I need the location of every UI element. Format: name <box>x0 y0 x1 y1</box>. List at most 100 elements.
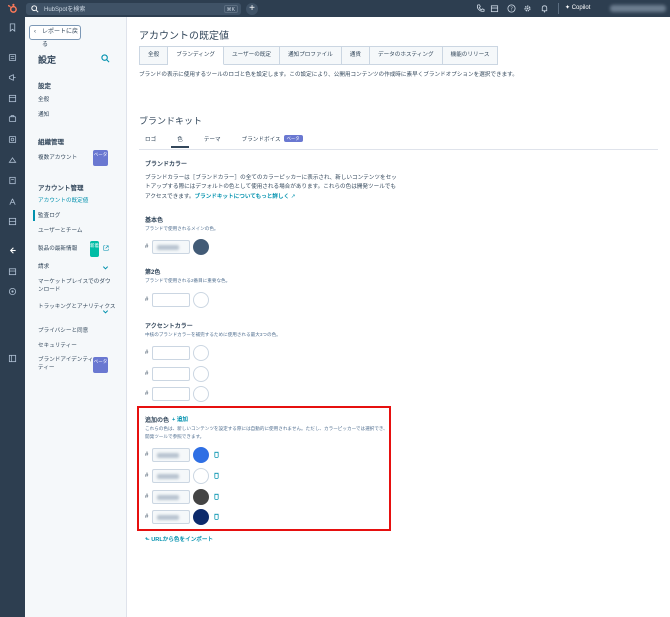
settings-gear-icon[interactable] <box>523 4 532 13</box>
learn-more-link[interactable]: ブランドキットについてもっと詳しく <box>195 194 290 200</box>
marketing-icon[interactable] <box>8 73 17 82</box>
additional-hex-input-2[interactable] <box>152 469 190 483</box>
accent-color-heading: アクセントカラー <box>145 324 193 330</box>
additional-color-swatch-4[interactable] <box>193 509 209 525</box>
sidebar-item-notifications[interactable]: 通知 <box>38 111 116 119</box>
contacts-icon[interactable] <box>8 53 17 62</box>
additional-hex-input-1[interactable] <box>152 448 190 462</box>
settings-title: 設定 <box>38 55 57 65</box>
sidebar-item-users-teams[interactable]: ユーザーとチーム <box>38 227 116 235</box>
content-icon[interactable] <box>8 94 17 103</box>
accent-hex-input-3[interactable] <box>152 387 190 401</box>
delete-color-icon[interactable] <box>214 451 219 458</box>
additional-color-swatch-2[interactable] <box>193 468 209 484</box>
global-search-input[interactable]: HubSpotを検索 ⌘K <box>26 3 241 15</box>
bookmarks-icon[interactable] <box>8 23 17 32</box>
accent-hex-input-2[interactable] <box>152 367 190 381</box>
chevron-down-icon[interactable] <box>102 264 109 271</box>
settings-search-icon[interactable] <box>101 54 110 63</box>
sidebar-item-audit-log[interactable]: 監査ログ <box>38 212 116 220</box>
sidebar-item-general[interactable]: 全般 <box>38 96 116 104</box>
sidebar-item-privacy[interactable]: プライバシーと同意 <box>38 327 116 335</box>
subtab-theme[interactable]: テーマ <box>204 135 221 148</box>
reporting-icon[interactable] <box>8 197 17 206</box>
sidebar-item-security[interactable]: セキュリティー <box>38 342 116 350</box>
tab-branding[interactable]: ブランディング <box>168 46 224 65</box>
arrow-left-icon[interactable] <box>8 246 17 255</box>
sales-icon[interactable] <box>8 114 17 123</box>
hex-value <box>157 515 179 520</box>
marketplace-icon[interactable] <box>490 4 499 13</box>
primary-hex-input[interactable] <box>152 240 190 254</box>
commerce-icon[interactable] <box>8 156 17 165</box>
additional-hex-input-3[interactable] <box>152 490 190 504</box>
tab-feature-releases[interactable]: 機能のリリース <box>442 46 499 65</box>
automation-icon[interactable] <box>8 176 17 185</box>
secondary-color-swatch[interactable] <box>193 292 209 308</box>
brand-kit-title: ブランドキット <box>139 116 203 126</box>
hex-value <box>157 245 179 250</box>
primary-color-swatch[interactable] <box>193 239 209 255</box>
additional-hex-input-4[interactable] <box>152 510 190 524</box>
delete-color-icon[interactable] <box>214 493 219 500</box>
sidebar-item-marketplace[interactable]: マーケットプレイスでのダウンロード <box>38 278 116 294</box>
beta-badge: ベータ <box>283 135 303 142</box>
hash-label: # <box>145 297 149 303</box>
integrations-icon[interactable] <box>8 287 17 296</box>
create-new-button[interactable]: + <box>246 3 258 15</box>
subtab-colors[interactable]: 色 <box>171 135 189 148</box>
service-icon[interactable] <box>8 135 17 144</box>
subtab-logo[interactable]: ロゴ <box>145 135 156 148</box>
account-menu[interactable] <box>610 5 666 12</box>
tab-general[interactable]: 全般 <box>139 46 169 65</box>
page-title: アカウントの既定値 <box>139 31 229 42</box>
accent-hex-input-1[interactable] <box>152 346 190 360</box>
beta-badge: ベータ <box>93 150 108 166</box>
sidebar-item-brand-identity[interactable]: ブランドアイデンティティー <box>38 356 96 372</box>
global-nav-rail <box>0 17 25 617</box>
import-colors-from-url-link[interactable]: ⬑ URLから色をインポート <box>145 535 213 543</box>
tab-user-defaults[interactable]: ユーザーの既定 <box>223 46 281 65</box>
external-link-icon: ↗ <box>289 193 296 200</box>
hash-label: # <box>145 244 149 250</box>
delete-color-icon[interactable] <box>214 513 219 520</box>
primary-color-heading: 基本色 <box>145 218 164 224</box>
notifications-bell-icon[interactable] <box>540 4 549 13</box>
phone-icon[interactable] <box>476 4 485 13</box>
library-icon[interactable] <box>8 267 17 276</box>
hash-label: # <box>145 452 149 458</box>
tab-notification-profiles[interactable]: 通知プロファイル <box>280 46 342 65</box>
back-to-reports-button[interactable]: ‹ レポートに戻る <box>29 25 81 48</box>
accent-color-swatch-2[interactable] <box>193 366 209 382</box>
delete-color-icon[interactable] <box>214 472 219 479</box>
data-icon[interactable] <box>8 217 17 226</box>
subtab-brand-voice[interactable]: ブランドボイス ベータ <box>242 135 303 148</box>
tab-currency[interactable]: 通貨 <box>341 46 370 65</box>
accent-color-swatch-3[interactable] <box>193 386 209 402</box>
collapse-sidebar-icon[interactable] <box>8 354 17 363</box>
chevron-down-icon[interactable] <box>102 308 109 315</box>
settings-tabs: 全般 ブランディング ユーザーの既定 通知プロファイル 通貨 データのホスティン… <box>139 46 499 65</box>
copilot-button[interactable]: ✦ Copilot <box>565 3 590 14</box>
subtab-colors-label: 色 <box>177 137 183 143</box>
additional-color-swatch-1[interactable] <box>193 447 209 463</box>
tab-data-hosting[interactable]: データのホスティング <box>369 46 443 65</box>
help-icon[interactable]: ? <box>507 4 516 13</box>
hubspot-logo-icon[interactable] <box>7 3 18 14</box>
additional-color-swatch-3[interactable] <box>193 489 209 505</box>
primary-color-subtext: ブランドで使用されるメインの色。 <box>145 226 219 231</box>
search-shortcut-hint: ⌘K <box>223 5 238 13</box>
back-button-label: レポートに戻る <box>42 29 79 48</box>
beta-badge: ベータ <box>93 357 108 373</box>
secondary-hex-input[interactable] <box>152 293 190 307</box>
sidebar-item-account-defaults[interactable]: アカウントの既定値 <box>38 197 116 205</box>
nav-section-settings: 設定 <box>38 83 51 90</box>
add-color-link[interactable]: + 追加 <box>172 415 188 423</box>
hash-label: # <box>145 391 149 397</box>
subtabs-divider <box>139 149 658 150</box>
hash-label: # <box>145 371 149 377</box>
hex-value <box>157 474 179 479</box>
hash-label: # <box>145 514 149 520</box>
subtab-theme-label: テーマ <box>203 137 221 143</box>
accent-color-swatch-1[interactable] <box>193 345 209 361</box>
